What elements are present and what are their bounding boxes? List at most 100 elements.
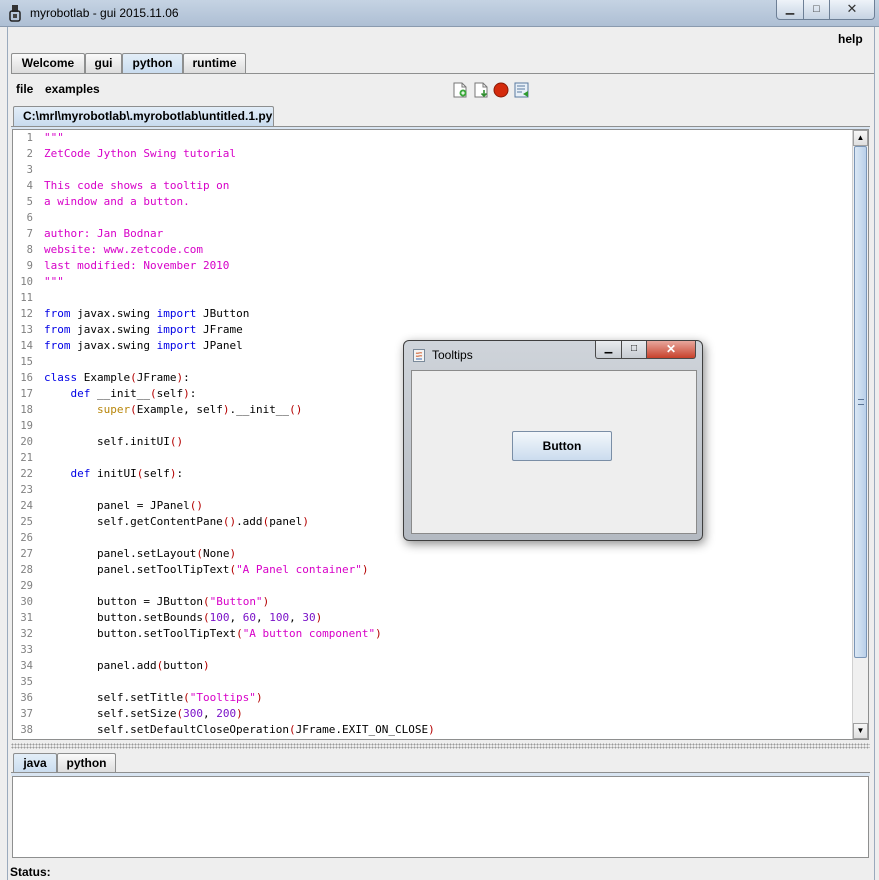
scroll-thumb[interactable] <box>854 146 867 658</box>
python-toolbar: file examples <box>11 77 874 103</box>
tab-java[interactable]: java <box>13 753 57 774</box>
line-number: 35 <box>20 676 33 688</box>
split-pane-divider[interactable] <box>11 743 870 749</box>
line-number: 37 <box>20 708 33 720</box>
tab-untitled-file[interactable]: C:\mrl\myrobotlab\.myrobotlab\untitled.1… <box>13 106 274 126</box>
line-number: 24 <box>20 500 33 512</box>
line-number-gutter: 1 2 3 4 5 6 7 8 9 10 11 12 13 14 15 16 17 18 19 20 21 22 23 24 2… <box>13 130 41 739</box>
minimize-button[interactable]: ▁ <box>776 0 804 20</box>
line-number: 17 <box>20 388 33 400</box>
examples-menu[interactable]: examples <box>45 82 100 96</box>
tab-divider <box>11 73 874 74</box>
save-file-icon[interactable] <box>473 82 489 98</box>
line-number: 20 <box>20 436 33 448</box>
line-number: 16 <box>20 372 33 384</box>
app-icon <box>9 5 21 22</box>
line-number: 15 <box>20 356 33 368</box>
line-number: 33 <box>20 644 33 656</box>
tab-welcome[interactable]: Welcome <box>11 53 85 73</box>
code-line: last modified: November 2010 <box>44 259 230 272</box>
code-line: self.getContentPane().add(panel) <box>44 515 309 528</box>
line-number: 14 <box>20 340 33 352</box>
code-line: def initUI(self): <box>70 467 184 480</box>
line-number: 31 <box>20 612 33 624</box>
code-line: from javax.swing import JButton <box>44 307 250 320</box>
code-line: a window and a button. <box>44 195 190 208</box>
line-number: 2 <box>26 148 33 160</box>
line-number: 30 <box>20 596 33 608</box>
line-number: 36 <box>20 692 33 704</box>
thumb-grip <box>858 399 864 405</box>
java-icon <box>413 349 425 362</box>
help-menu[interactable]: help <box>838 32 863 46</box>
line-number: 12 <box>20 308 33 320</box>
line-number: 4 <box>26 180 33 192</box>
code-line: self.setSize(300, 200) <box>44 707 243 720</box>
tab-runtime[interactable]: runtime <box>183 53 246 73</box>
dialog-minimize-button[interactable]: ▁ <box>595 341 622 359</box>
code-line: """ <box>44 131 64 144</box>
line-number: 34 <box>20 660 33 672</box>
line-number: 10 <box>20 276 33 288</box>
code-line: button = JButton("Button") <box>44 595 270 608</box>
maximize-button[interactable]: □ <box>803 0 830 20</box>
line-number: 25 <box>20 516 33 528</box>
line-number: 8 <box>26 244 33 256</box>
code-line: author: Jan Bodnar <box>44 227 164 240</box>
code-line: button.setToolTipText("A button componen… <box>44 627 382 640</box>
line-number: 6 <box>26 212 33 224</box>
line-number: 28 <box>20 564 33 576</box>
code-line: website: www.zetcode.com <box>44 243 203 256</box>
line-number: 5 <box>26 196 33 208</box>
file-menu[interactable]: file <box>16 82 33 96</box>
code-line: from javax.swing import JFrame <box>44 323 243 336</box>
line-number: 22 <box>20 468 33 480</box>
line-number: 27 <box>20 548 33 560</box>
dialog-panel: Button <box>411 370 697 534</box>
line-number: 13 <box>20 324 33 336</box>
scroll-down-button[interactable]: ▼ <box>853 723 868 739</box>
dialog-title: Tooltips <box>432 348 473 362</box>
new-file-icon[interactable] <box>452 82 468 98</box>
code-line: panel.add(button) <box>44 659 210 672</box>
line-number: 11 <box>20 292 33 304</box>
code-line: This code shows a tooltip on <box>44 179 230 192</box>
stop-icon[interactable] <box>493 82 509 98</box>
code-line: panel.setLayout(None) <box>44 547 237 560</box>
code-line: """ <box>44 275 64 288</box>
code-line: ZetCode Jython Swing tutorial <box>44 147 237 160</box>
tab-python-console[interactable]: python <box>57 753 116 773</box>
line-number: 29 <box>20 580 33 592</box>
vertical-scrollbar[interactable]: ▲ ▼ <box>852 130 868 739</box>
code-line: from javax.swing import JPanel <box>44 339 243 352</box>
line-number: 1 <box>26 132 33 144</box>
tooltips-dialog[interactable]: Tooltips ▁ □ ✕ Button <box>403 340 703 541</box>
code-line: def __init__(self): <box>70 387 197 400</box>
code-line: self.setDefaultCloseOperation(JFrame.EXI… <box>44 723 435 736</box>
line-number: 18 <box>20 404 33 416</box>
line-number: 38 <box>20 724 33 736</box>
run-icon[interactable] <box>514 82 530 98</box>
line-number: 32 <box>20 628 33 640</box>
tab-gui[interactable]: gui <box>85 53 122 73</box>
dialog-close-button[interactable]: ✕ <box>646 341 696 359</box>
code-line: button.setBounds(100, 60, 100, 30) <box>44 611 323 624</box>
status-label: Status: <box>10 865 51 879</box>
close-button[interactable]: ✕ <box>829 0 875 20</box>
code-line: super(Example, self).__init__() <box>96 403 303 416</box>
dialog-maximize-button[interactable]: □ <box>621 341 647 359</box>
window-title: myrobotlab - gui 2015.11.06 <box>30 6 179 20</box>
line-number: 21 <box>20 452 33 464</box>
window-title-bar[interactable]: myrobotlab - gui 2015.11.06 ▁ □ ✕ <box>0 0 879 27</box>
dialog-button[interactable]: Button <box>512 431 612 461</box>
line-number: 26 <box>20 532 33 544</box>
code-line: self.setTitle("Tooltips") <box>44 691 263 704</box>
line-number: 3 <box>26 164 33 176</box>
tab-python[interactable]: python <box>122 53 183 74</box>
code-line: panel = JPanel() <box>44 499 203 512</box>
line-number: 23 <box>20 484 33 496</box>
output-text-area[interactable] <box>12 776 869 858</box>
line-number: 9 <box>26 260 33 272</box>
line-number: 19 <box>20 420 33 432</box>
scroll-up-button[interactable]: ▲ <box>853 130 868 146</box>
